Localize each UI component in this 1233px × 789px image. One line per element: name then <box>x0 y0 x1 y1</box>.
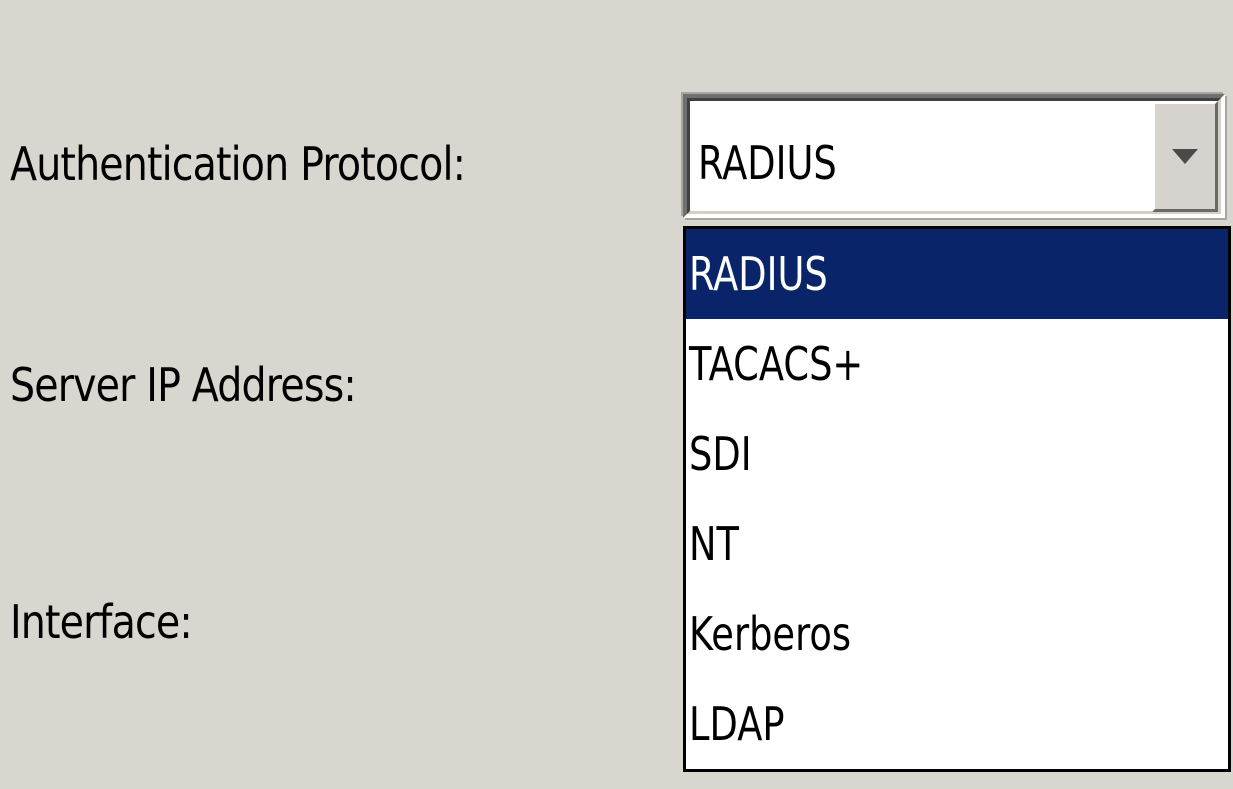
protocol-options-list[interactable]: RADIUS TACACS+ SDI NT Kerberos LDAP <box>683 226 1231 772</box>
authentication-protocol-select[interactable]: RADIUS <box>683 94 1225 218</box>
option-nt[interactable]: NT <box>686 499 1228 589</box>
server-ip-address-label: Server IP Address: <box>10 358 357 412</box>
option-label: TACACS+ <box>689 337 864 391</box>
option-label: RADIUS <box>689 247 828 301</box>
option-label: SDI <box>689 427 752 481</box>
authentication-protocol-label: Authentication Protocol: <box>10 137 466 191</box>
option-label: LDAP <box>689 697 785 751</box>
dropdown-toggle-button[interactable] <box>1152 101 1218 212</box>
selected-protocol-value: RADIUS <box>698 136 837 190</box>
dropdown-arrow-icon <box>1172 148 1198 164</box>
option-radius[interactable]: RADIUS <box>686 229 1228 319</box>
option-ldap[interactable]: LDAP <box>686 679 1228 769</box>
option-kerberos[interactable]: Kerberos <box>686 589 1228 679</box>
option-tacacs-plus[interactable]: TACACS+ <box>686 319 1228 409</box>
option-label: Kerberos <box>689 607 852 661</box>
option-sdi[interactable]: SDI <box>686 409 1228 499</box>
interface-label: Interface: <box>10 595 193 649</box>
select-field-frame: RADIUS <box>687 98 1221 214</box>
option-label: NT <box>689 517 740 571</box>
